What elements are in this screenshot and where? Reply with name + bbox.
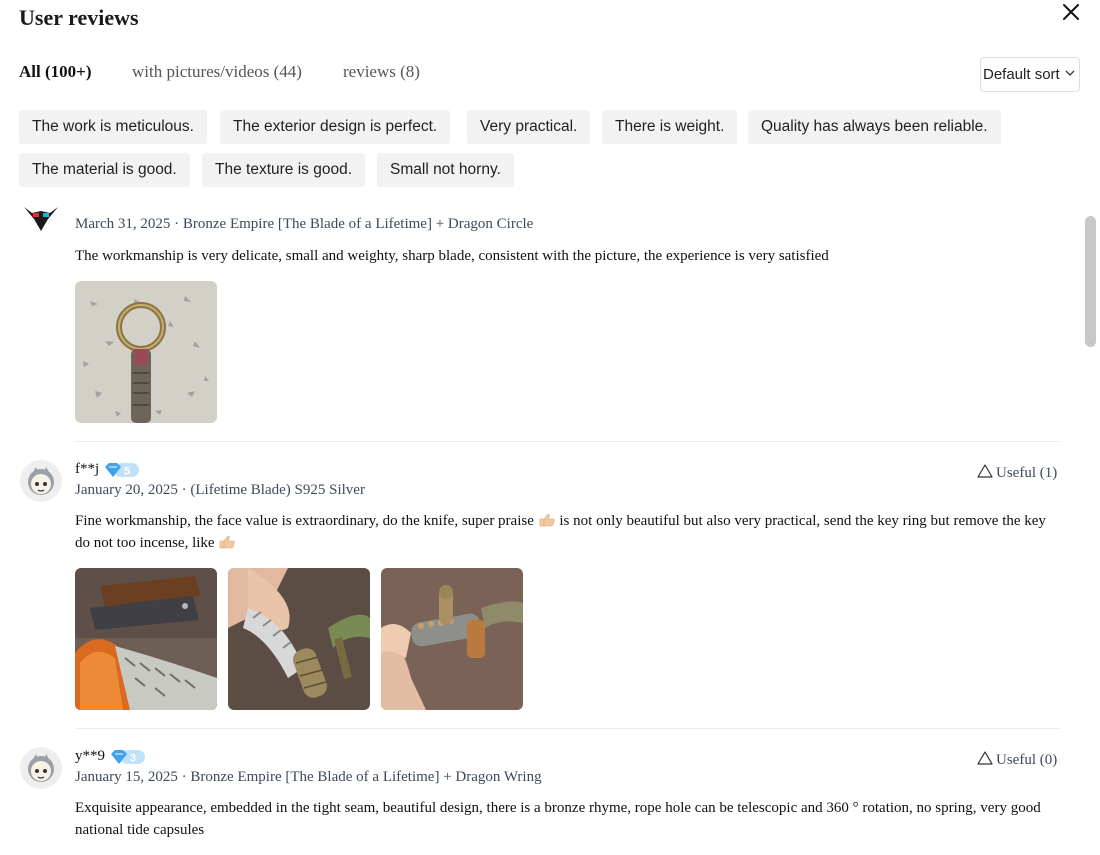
useful-button[interactable]: Useful (1): [977, 463, 1057, 482]
review-meta: January 20, 2025 · (Lifetime Blade) S925…: [75, 482, 365, 498]
review-text: Exquisite appearance, embedded in the ti…: [75, 797, 1065, 841]
review-photo[interactable]: [75, 568, 217, 710]
avatar[interactable]: [20, 205, 62, 237]
divider: [75, 441, 1060, 442]
review-photo[interactable]: [381, 568, 523, 710]
tag-chip[interactable]: The material is good.: [19, 153, 190, 187]
useful-label: Useful (0): [996, 752, 1058, 768]
tag-chip[interactable]: The exterior design is perfect.: [220, 110, 451, 144]
review-text: The workmanship is very delicate, small …: [75, 248, 829, 264]
thumbs-up-emoji-icon: [538, 512, 556, 527]
scrollbar-thumb[interactable]: [1085, 216, 1096, 347]
review-text-part: is not only beautiful but also very prac…: [559, 513, 1046, 529]
review-photo[interactable]: [75, 281, 217, 423]
review-text-part: Exquisite appearance, embedded in the ti…: [75, 800, 1041, 816]
level-number: 5: [124, 466, 130, 478]
tag-chip[interactable]: The texture is good.: [202, 153, 365, 187]
tab-reviews[interactable]: reviews (8): [343, 62, 420, 82]
tag-chip[interactable]: Small not horny.: [377, 153, 514, 187]
scrollbar[interactable]: [1081, 212, 1100, 855]
thumbs-up-icon: [977, 464, 993, 478]
thumbs-up-icon: [977, 751, 993, 765]
review-list: March 31, 2025 · Bronze Empire [The Blad…: [0, 205, 1100, 855]
review-text-part: national tide capsules: [75, 822, 205, 838]
useful-label: Useful (1): [996, 465, 1058, 481]
review-text-part: do not too incense, like: [75, 535, 215, 551]
thumbs-up-emoji-icon: [218, 534, 236, 549]
tab-all[interactable]: All (100+): [19, 62, 91, 82]
page-title: User reviews: [19, 5, 139, 30]
sort-label: Default sort: [983, 66, 1060, 83]
review-meta: March 31, 2025 · Bronze Empire [The Blad…: [75, 216, 534, 232]
tag-chip[interactable]: There is weight.: [602, 110, 738, 144]
level-number: 3: [130, 753, 136, 765]
level-badge: 3: [110, 749, 146, 765]
avatar[interactable]: [20, 460, 62, 502]
close-icon[interactable]: [1060, 1, 1082, 23]
review-photo[interactable]: [228, 568, 370, 710]
tag-chip[interactable]: The work is meticulous.: [19, 110, 207, 144]
username[interactable]: y**9: [75, 748, 105, 765]
tag-chip[interactable]: Very practical.: [467, 110, 591, 144]
review-meta: January 15, 2025 · Bronze Empire [The Bl…: [75, 769, 542, 785]
review-text-part: Fine workmanship, the face value is extr…: [75, 513, 534, 529]
useful-button[interactable]: Useful (0): [977, 750, 1057, 769]
modal-header: User reviews: [0, 0, 1100, 50]
tab-with-media[interactable]: with pictures/videos (44): [132, 62, 302, 82]
level-badge: 5: [104, 462, 140, 478]
divider: [75, 728, 1060, 729]
sort-dropdown[interactable]: Default sort: [980, 57, 1080, 92]
chevron-down-icon: [1065, 70, 1075, 76]
username[interactable]: f**j: [75, 461, 99, 478]
tag-chip[interactable]: Quality has always been reliable.: [748, 110, 1001, 144]
avatar[interactable]: [20, 747, 62, 789]
review-text: Fine workmanship, the face value is extr…: [75, 510, 1065, 554]
